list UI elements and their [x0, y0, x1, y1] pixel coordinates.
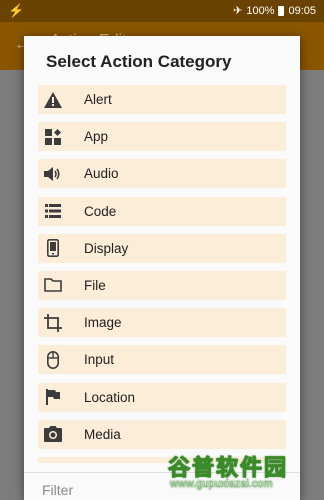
category-label: Code [84, 203, 117, 219]
audio-icon [44, 165, 62, 183]
category-item-image[interactable]: Image [38, 308, 286, 338]
code-icon [44, 202, 62, 220]
filter-placeholder: Filter [42, 482, 74, 498]
dialog-title: Select Action Category [46, 52, 232, 71]
crop-icon [44, 313, 62, 332]
bolt-icon: ⚡ [8, 3, 25, 18]
category-item-media[interactable]: Media [38, 419, 286, 449]
alert-icon [44, 91, 62, 109]
airplane-icon: ✈ [233, 5, 243, 17]
status-bar: ⚡ ✈ 100% 09:05 [0, 0, 324, 22]
flag-icon [44, 388, 62, 406]
category-list: Alert App Audio Code Display File Image … [38, 85, 286, 463]
category-dialog: Select Action Category Alert App Audio C… [24, 36, 300, 500]
category-label: Alert [84, 92, 112, 107]
battery-icon [278, 5, 285, 16]
battery-percent: 100% [246, 4, 275, 17]
watermark-logo: 谷普软件园 www.gupuxiazai.com [160, 448, 320, 496]
camera-icon [44, 425, 62, 443]
category-item-alert[interactable]: Alert [38, 85, 286, 114]
folder-icon [44, 276, 62, 294]
category-label: Display [84, 240, 129, 256]
clock: 09:05 [288, 4, 316, 17]
display-icon [44, 239, 62, 258]
watermark-url: www.gupuxiazai.com [170, 478, 273, 490]
category-item-app[interactable]: App [38, 122, 286, 152]
mouse-icon [44, 350, 62, 369]
category-item-audio[interactable]: Audio [38, 159, 286, 189]
category-label: Media [84, 426, 121, 442]
category-item-code[interactable]: Code [38, 196, 286, 226]
status-right: ✈ 100% 09:05 [233, 4, 316, 18]
category-label: File [84, 277, 106, 293]
app-icon [44, 128, 62, 146]
category-label: Audio [84, 166, 119, 182]
category-label: Image [84, 315, 122, 331]
category-label: App [84, 129, 109, 145]
category-item-display[interactable]: Display [38, 233, 286, 263]
category-label: Location [84, 389, 136, 405]
category-item-location[interactable]: Location [38, 382, 286, 412]
category-item-file[interactable]: File [38, 270, 286, 300]
category-item-input[interactable]: Input [38, 345, 286, 375]
category-label: Input [84, 352, 115, 368]
